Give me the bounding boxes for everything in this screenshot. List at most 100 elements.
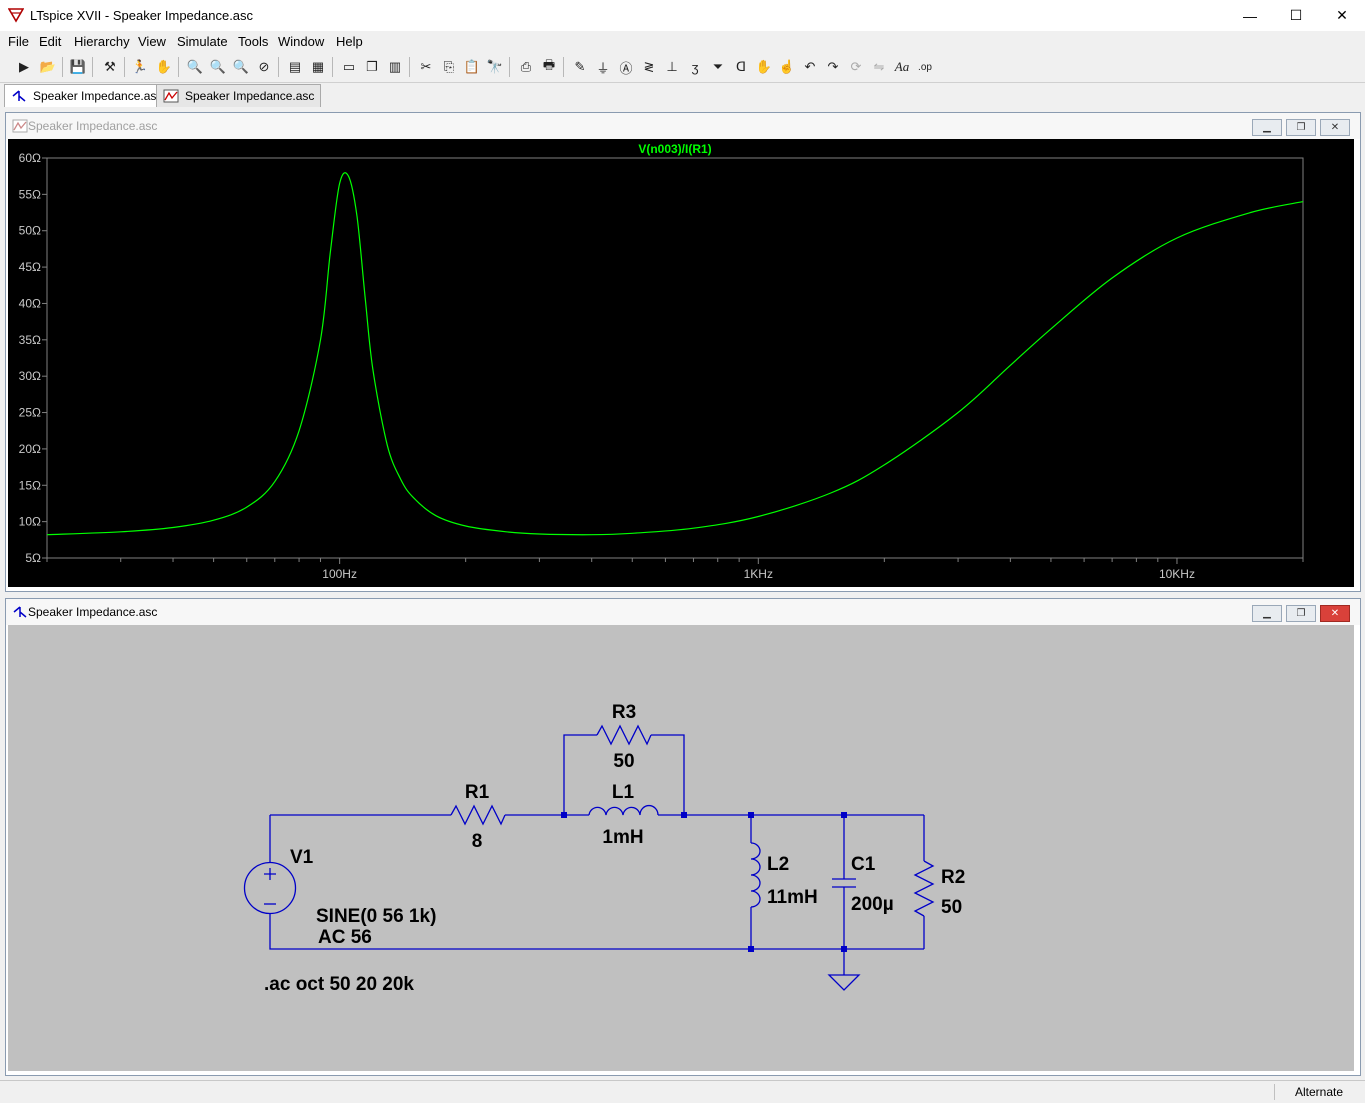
menu-window[interactable]: Window [278, 34, 324, 49]
schematic-background [8, 625, 1354, 1071]
zoom-cancel-icon[interactable]: ⊘ [254, 57, 274, 77]
mirror-icon[interactable]: ⇋ [869, 57, 889, 77]
schematic-restore-button[interactable]: ❐ [1286, 605, 1316, 622]
y-tick-label: 15Ω [19, 478, 41, 492]
grid-icon[interactable]: ▦ [308, 57, 328, 77]
status-mode: Alternate [1295, 1085, 1343, 1099]
c1-value: 200µ [851, 894, 894, 915]
print-preview-icon[interactable]: ⎙ [516, 57, 536, 77]
schematic-icon [12, 605, 28, 619]
zoom-in-icon[interactable]: 🔍 [185, 57, 205, 77]
y-tick-label: 60Ω [19, 151, 41, 165]
new-schematic-icon[interactable]: ▶ [14, 57, 34, 77]
l2-value: 11mH [767, 887, 818, 908]
tile-horizontal-icon[interactable]: ▭ [339, 57, 359, 77]
schematic-window-title: Speaker Impedance.asc [28, 605, 157, 619]
l2-name: L2 [767, 854, 789, 875]
cut-icon[interactable]: ✂ [416, 57, 436, 77]
zoom-area-icon[interactable]: 🔍 [208, 57, 228, 77]
plot-background [8, 139, 1354, 587]
menu-help[interactable]: Help [336, 34, 363, 49]
title-bar: LTspice XVII - Speaker Impedance.asc — ☐… [0, 0, 1365, 32]
v1-ac-spec: AC 56 [318, 927, 372, 948]
component-icon[interactable]: ᗡ [731, 57, 751, 77]
open-icon[interactable]: 📂 [38, 57, 58, 77]
menu-hierarchy[interactable]: Hierarchy [74, 34, 130, 49]
y-tick-label: 30Ω [19, 369, 41, 383]
copy-icon[interactable]: ⎘ [439, 57, 459, 77]
zoom-out-icon[interactable]: 🔍 [231, 57, 251, 77]
schematic-window: Speaker Impedance.asc ▁ ❐ ✕ [5, 598, 1361, 1076]
waveform-icon [12, 119, 28, 133]
x-tick-label: 1KHz [744, 567, 773, 581]
toolbar-separator [278, 57, 279, 77]
tab-waveform[interactable]: Speaker Impedance.asc [156, 84, 321, 107]
toolbar-separator [409, 57, 410, 77]
r3-value: 50 [613, 751, 634, 772]
autorange-icon[interactable]: ▤ [285, 57, 305, 77]
menu-view[interactable]: View [138, 34, 166, 49]
plot-restore-button[interactable]: ❐ [1286, 119, 1316, 136]
y-tick-label: 25Ω [19, 406, 41, 420]
inductor-icon[interactable]: ʒ [685, 57, 705, 77]
menu-file[interactable]: File [8, 34, 29, 49]
y-tick-label: 55Ω [19, 187, 41, 201]
waveform-icon [163, 89, 179, 103]
trace-label[interactable]: V(n003)/I(R1) [638, 142, 711, 156]
save-icon[interactable]: 💾 [68, 57, 88, 77]
ground-icon[interactable]: ⏚ [593, 57, 613, 77]
y-tick-label: 45Ω [19, 260, 41, 274]
toolbar-separator [92, 57, 93, 77]
close-button[interactable]: ✕ [1319, 0, 1365, 31]
plot-minimize-button[interactable]: ▁ [1252, 119, 1282, 136]
y-tick-label: 10Ω [19, 515, 41, 529]
tab-schematic-label: Speaker Impedance.asc [33, 89, 162, 103]
control-panel-icon[interactable]: ⚒ [100, 57, 120, 77]
menu-tools[interactable]: Tools [238, 34, 268, 49]
plot-close-button[interactable]: ✕ [1320, 119, 1350, 136]
diode-icon[interactable]: ⏷ [708, 57, 728, 77]
status-separator [1274, 1084, 1275, 1100]
v1-sine-spec: SINE(0 56 1k) [316, 906, 436, 927]
status-bar: Alternate [0, 1080, 1365, 1103]
minimize-button[interactable]: — [1227, 0, 1273, 31]
schematic-minimize-button[interactable]: ▁ [1252, 605, 1282, 622]
l1-name: L1 [612, 782, 635, 803]
schematic-icon [11, 89, 27, 103]
spice-directive: .ac oct 50 20 20k [264, 974, 414, 995]
maximize-icon: ☐ [1290, 7, 1303, 24]
cascade-icon[interactable]: ❐ [362, 57, 382, 77]
menu-simulate[interactable]: Simulate [177, 34, 228, 49]
c1-name: C1 [851, 854, 876, 875]
schematic-canvas[interactable]: R3 50 R1 8 L1 1mH V1 SINE(0 56 1k) AC 56… [8, 625, 1354, 1071]
toolbar-separator [124, 57, 125, 77]
text-icon[interactable]: Aa [892, 57, 912, 77]
rotate-icon[interactable]: ⟳ [846, 57, 866, 77]
toolbar-separator [509, 57, 510, 77]
tab-schematic[interactable]: Speaker Impedance.asc [4, 84, 169, 107]
menu-edit[interactable]: Edit [39, 34, 61, 49]
halt-icon[interactable]: ✋ [154, 57, 174, 77]
label-net-icon[interactable]: Ⓐ [616, 57, 636, 77]
toolbar-separator [62, 57, 63, 77]
print-icon[interactable]: 🖶 [539, 57, 559, 77]
run-icon[interactable]: 🏃 [130, 57, 150, 77]
paste-icon[interactable]: 📋 [462, 57, 482, 77]
ltspice-app-icon [8, 7, 24, 23]
resistor-icon[interactable]: ≷ [639, 57, 659, 77]
capacitor-icon[interactable]: ⊥ [662, 57, 682, 77]
impedance-chart[interactable]: V(n003)/I(R1)60Ω55Ω50Ω45Ω40Ω35Ω30Ω25Ω20Ω… [8, 139, 1354, 587]
draw-wire-icon[interactable]: ✎ [570, 57, 590, 77]
undo-icon[interactable]: ↶ [800, 57, 820, 77]
find-icon[interactable]: 🔭 [485, 57, 505, 77]
redo-icon[interactable]: ↷ [823, 57, 843, 77]
drag-icon[interactable]: ☝ [777, 57, 797, 77]
spice-directive-icon[interactable]: .op [915, 57, 935, 77]
minimize-icon: — [1243, 8, 1257, 24]
maximize-button[interactable]: ☐ [1273, 0, 1319, 31]
tile-vertical-icon[interactable]: ▥ [385, 57, 405, 77]
toolbar-separator [332, 57, 333, 77]
r2-value: 50 [941, 897, 962, 918]
move-icon[interactable]: ✋ [754, 57, 774, 77]
schematic-close-button[interactable]: ✕ [1320, 605, 1350, 622]
